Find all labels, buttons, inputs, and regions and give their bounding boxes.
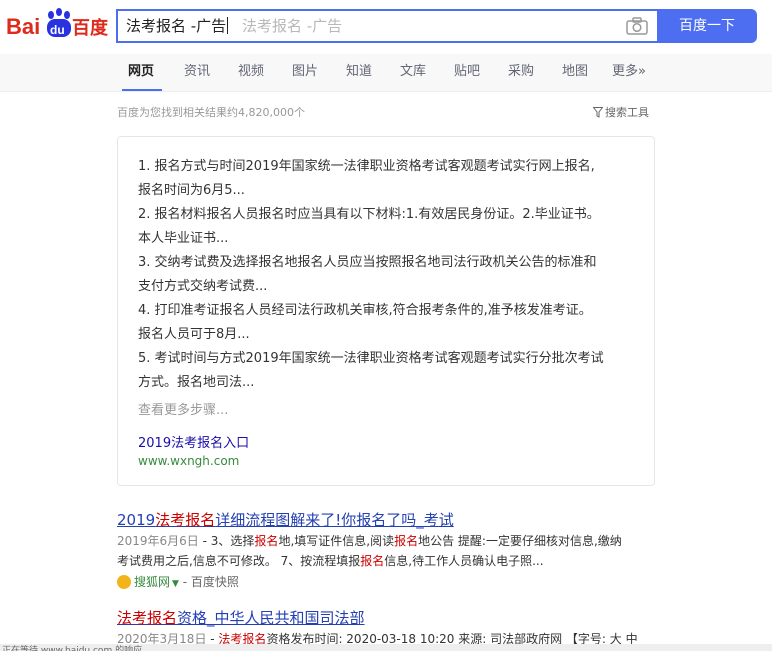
- text-caret: [227, 17, 229, 34]
- result-source-1: 搜狐网 ▼ - 百度快照: [117, 573, 239, 590]
- step-line: 方式。报名地司法...: [138, 375, 255, 390]
- step-line: 报名人员可于8月...: [138, 327, 250, 342]
- card-source-url: www.wxngh.com: [138, 454, 240, 468]
- registration-entry-link[interactable]: 2019法考报名入口: [138, 432, 249, 451]
- chevron-down-icon[interactable]: ▼: [172, 579, 179, 589]
- result-desc-1-line2: 考试费用之后,信息不可修改。 7、按流程填报报名信息,待工作人员确认电子照...: [117, 554, 544, 568]
- step-line: 1. 报名方式与时间2019年国家统一法律职业资格考试客观题考试实行网上报名,: [138, 159, 595, 174]
- search-box[interactable]: 法考报名 -广告 法考报名 -广告: [116, 9, 657, 43]
- baidu-logo[interactable]: Bai du 百度: [6, 6, 110, 42]
- logo-du: du: [50, 23, 65, 37]
- source-name[interactable]: 搜狐网: [134, 575, 170, 589]
- sohu-icon: [117, 575, 131, 589]
- steps-card: 1. 报名方式与时间2019年国家统一法律职业资格考试客观题考试实行网上报名, …: [117, 136, 655, 486]
- tab-wenku[interactable]: 文库: [400, 54, 426, 92]
- tab-video[interactable]: 视频: [238, 54, 264, 92]
- result-title-2[interactable]: 法考报名资格_中华人民共和国司法部: [117, 607, 365, 628]
- result-title-1[interactable]: 2019法考报名详细流程图解来了!你报名了吗_考试: [117, 509, 454, 530]
- result-count: 百度为您找到相关结果约4,820,000个: [117, 106, 305, 119]
- more-steps-link[interactable]: 查看更多步骤...: [138, 399, 228, 418]
- search-suggestion-ghost: 法考报名 -广告: [242, 17, 343, 35]
- search-tools-label: 搜索工具: [605, 106, 649, 119]
- tab-images[interactable]: 图片: [292, 54, 318, 92]
- logo-baidu-cn: 百度: [72, 17, 109, 39]
- search-tools-button[interactable]: 搜索工具: [593, 104, 649, 120]
- step-line: 4. 打印准考证报名人员经司法行政机关审核,符合报考条件的,准予核发准考证。: [138, 303, 592, 318]
- tab-purchase[interactable]: 采购: [508, 54, 534, 92]
- result-desc-1: 2019年6月6日 - 3、选择报名地,填写证件信息,阅读报名地公告 提醒:一定…: [117, 534, 622, 548]
- search-input[interactable]: 法考报名 -广告: [126, 11, 229, 41]
- header: Bai du 百度 法考报名 -广告 法考报名 -广告 百度一下: [0, 0, 772, 54]
- tab-zhidao[interactable]: 知道: [346, 54, 372, 92]
- camera-icon[interactable]: [626, 17, 648, 35]
- funnel-icon: [593, 107, 603, 118]
- step-line: 2. 报名材料报名人员报名时应当具有以下材料:1.有效居民身份证。2.毕业证书。: [138, 207, 600, 222]
- status-bar: 正在等待 www.baidu.com 的响应...: [0, 644, 772, 651]
- tab-web[interactable]: 网页: [128, 54, 154, 92]
- step-line: 5. 考试时间与方式2019年国家统一法律职业资格考试客观题考试实行分批次考试: [138, 351, 604, 366]
- search-tabs: 网页 资讯 视频 图片 知道 文库 贴吧 采购 地图 更多»: [0, 54, 772, 92]
- step-line: 3. 交纳考试费及选择报名地报名人员应当按照报名地司法行政机关公告的标准和: [138, 255, 597, 270]
- logo-bai: Bai: [6, 14, 40, 39]
- cache-link[interactable]: - 百度快照: [179, 575, 239, 589]
- search-button[interactable]: 百度一下: [657, 9, 757, 43]
- step-line: 报名时间为6月5...: [138, 183, 245, 198]
- paw-icon: du: [47, 8, 71, 37]
- tab-map[interactable]: 地图: [562, 54, 588, 92]
- active-tab-underline: [122, 89, 162, 91]
- step-line: 本人毕业证书...: [138, 231, 229, 246]
- step-line: 支付方式交纳考试费...: [138, 279, 268, 294]
- tab-more[interactable]: 更多»: [612, 54, 646, 92]
- tab-news[interactable]: 资讯: [184, 54, 210, 92]
- tab-tieba[interactable]: 贴吧: [454, 54, 480, 92]
